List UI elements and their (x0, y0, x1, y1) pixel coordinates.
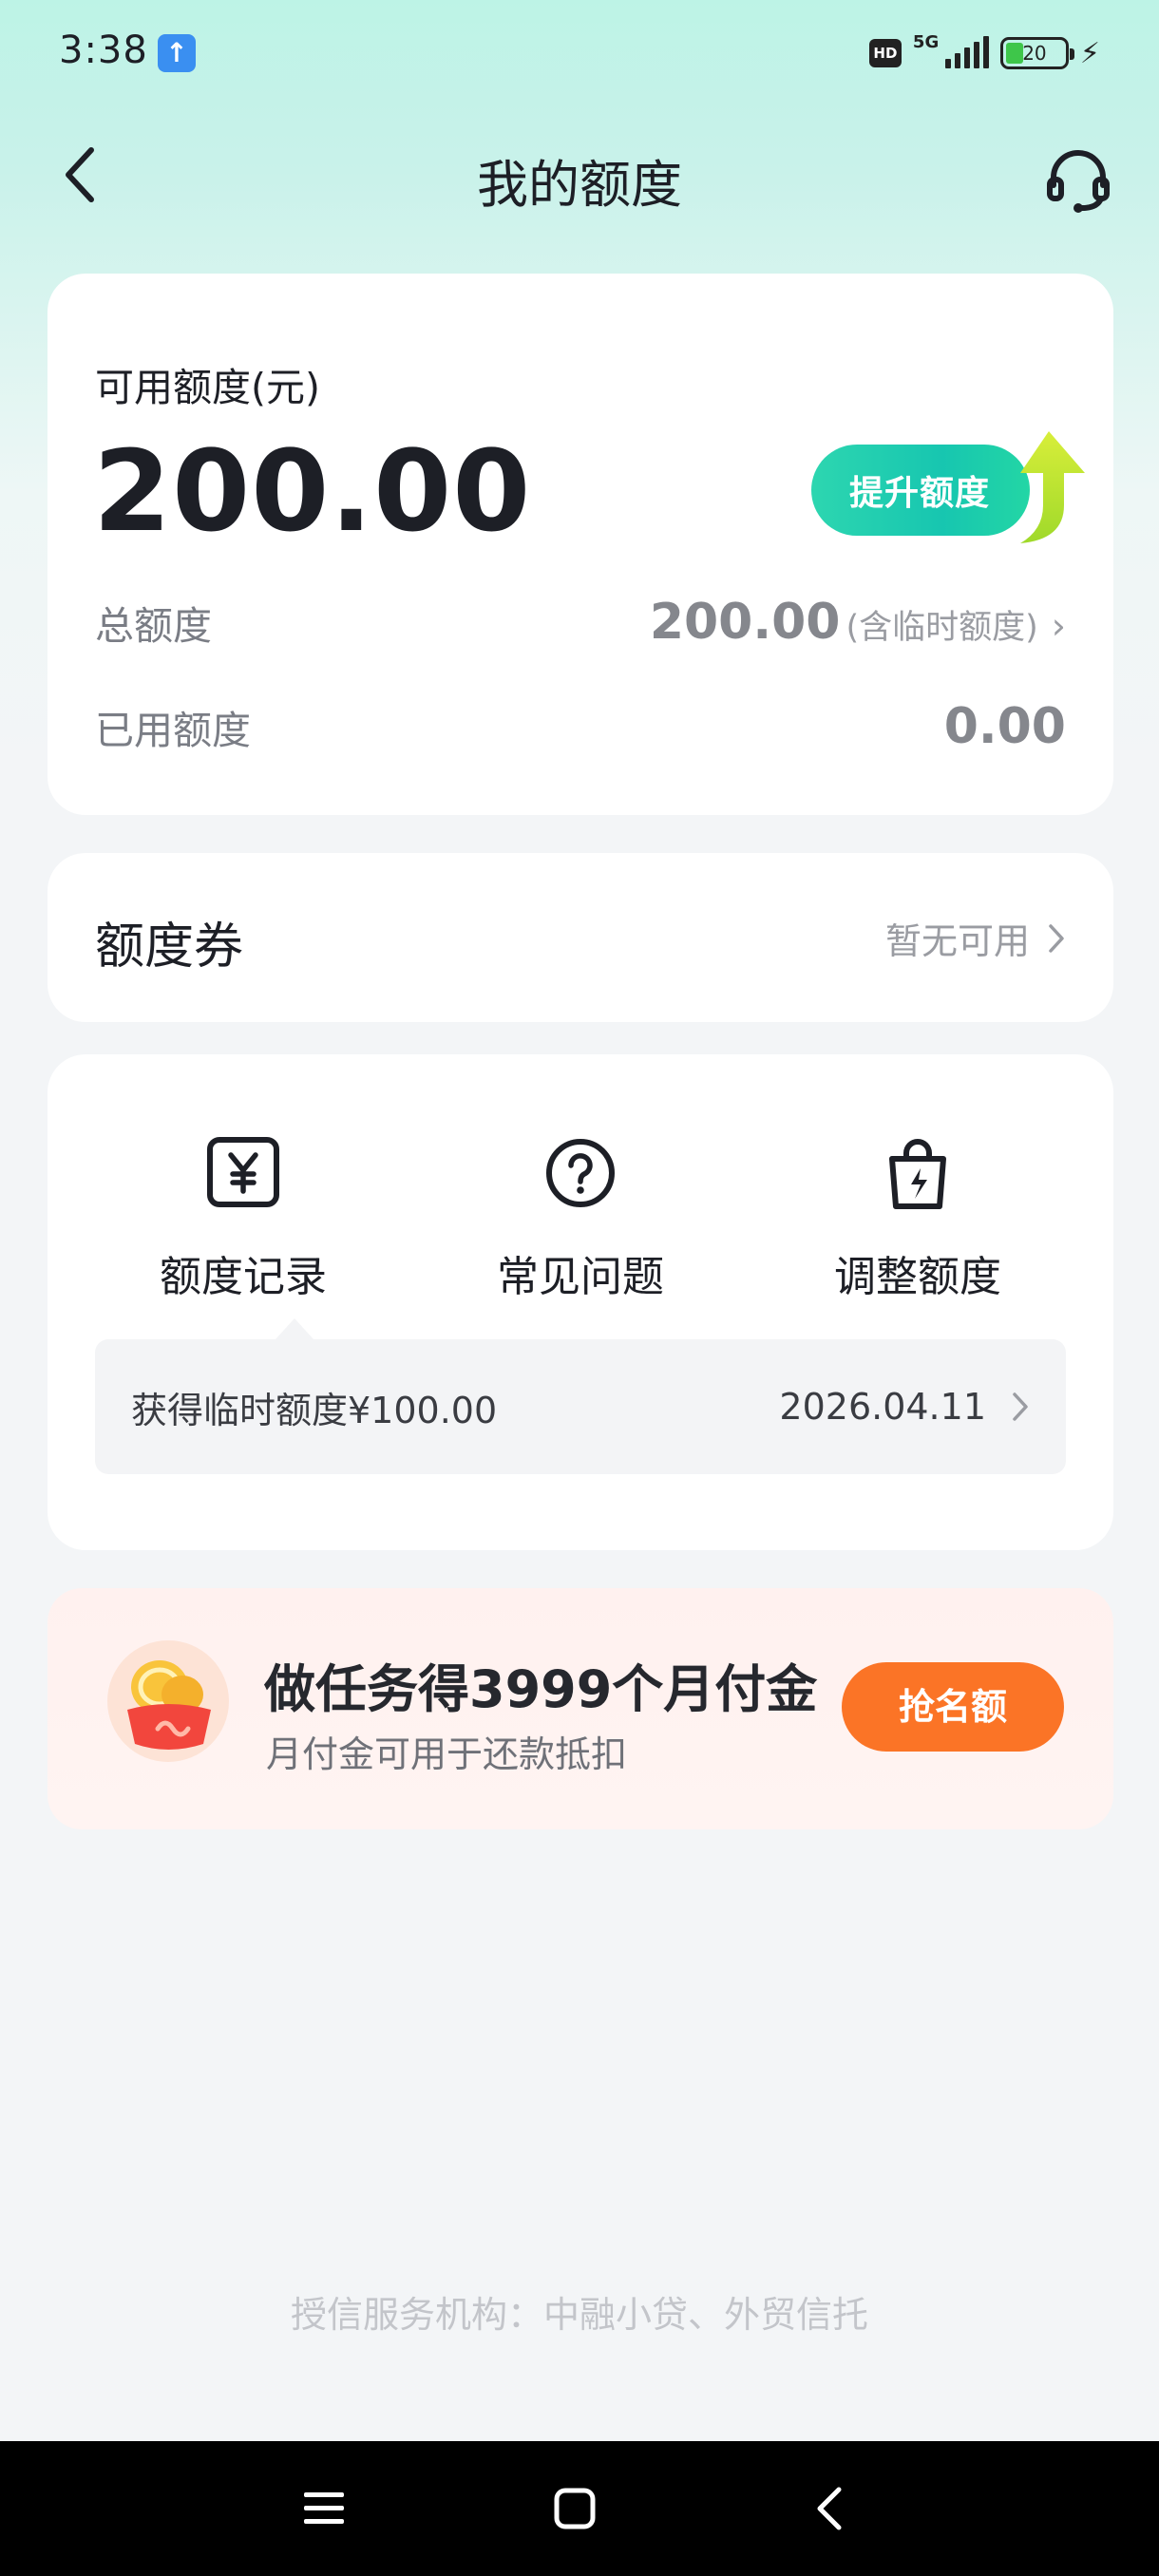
status-bar: 3:38 ↑ HD 5G 20 ⚡ (0, 0, 1159, 104)
quota-record-tool[interactable]: 额度记录 (48, 1130, 439, 1320)
boost-quota-button[interactable]: 提升额度 (811, 427, 1087, 551)
coin-wallet-icon (107, 1640, 229, 1762)
used-quota-value: 0.00 (943, 698, 1066, 755)
signal-icon: 5G (913, 32, 989, 70)
hd-icon: HD (868, 39, 902, 67)
credit-institution-note: 授信服务机构：中融小贷、外贸信托 (290, 2294, 868, 2336)
status-time: 3:38 (59, 28, 148, 72)
system-navigation-bar (0, 2441, 1159, 2576)
coupon-title: 额度券 (95, 919, 244, 975)
adjust-quota-tool[interactable]: 调整额度 (722, 1130, 1113, 1320)
battery-level: 20 (1022, 42, 1047, 65)
bag-lightning-icon (889, 1139, 946, 1209)
tool-label: 常见问题 (497, 1253, 664, 1301)
charging-icon: ⚡ (1079, 36, 1100, 70)
total-quota-note: (含临时额度) (846, 609, 1038, 647)
page-header: 我的额度 (0, 123, 1159, 228)
battery-icon: 20 (999, 37, 1074, 69)
record-pointer (276, 1318, 314, 1339)
back-triangle-icon (817, 2487, 842, 2530)
coupon-status: 暂无可用 (885, 912, 1066, 964)
tools-card: 额度记录 常见问题 调整额度 获得临时额度¥100.00 2026.04.11 (48, 1054, 1113, 1550)
square-home-icon (554, 2488, 596, 2529)
available-quota-label: 可用额度(元) (95, 365, 320, 410)
used-quota-row: 已用额度 0.00 (95, 693, 1066, 760)
used-quota-label: 已用额度 (95, 708, 251, 753)
chevron-right-icon: › (1051, 605, 1066, 647)
chevron-right-icon (1013, 1392, 1028, 1421)
total-quota-label: 总额度 (95, 603, 212, 649)
total-quota-value: 200.00 (649, 594, 841, 651)
grab-spot-button[interactable]: 抢名额 (842, 1662, 1064, 1752)
recent-apps-button[interactable] (281, 2466, 367, 2551)
quota-record-row[interactable]: 获得临时额度¥100.00 2026.04.11 (95, 1339, 1066, 1474)
menu-icon (304, 2492, 344, 2524)
customer-service-button[interactable] (1036, 137, 1121, 222)
coupon-status-text: 暂无可用 (884, 920, 1030, 962)
record-text: 获得临时额度¥100.00 (131, 1389, 498, 1431)
promo-title: 做任务得3999个月付金 (264, 1659, 818, 1719)
status-indicators: HD 5G 20 ⚡ (868, 32, 1100, 72)
quota-coupon-card[interactable]: 额度券 暂无可用 (48, 853, 1113, 1022)
task-promo-banner[interactable]: 做任务得3999个月付金 月付金可用于还款抵扣 抢名额 (48, 1588, 1113, 1829)
tool-label: 调整额度 (834, 1253, 1001, 1301)
faq-tool[interactable]: 常见问题 (384, 1130, 777, 1320)
headset-icon (1047, 150, 1110, 213)
record-date: 2026.04.11 (779, 1386, 986, 1428)
upload-notification-icon: ↑ (158, 34, 196, 72)
system-back-button[interactable] (787, 2466, 872, 2551)
promo-subtitle: 月付金可用于还款抵扣 (266, 1733, 628, 1775)
page-title: 我的额度 (477, 155, 682, 215)
available-quota-amount: 200.00 (93, 426, 532, 557)
network-type: 5G (912, 32, 940, 52)
up-arrow-icon (1020, 431, 1085, 543)
total-quota-row[interactable]: 总额度 200.00 (含临时额度) › (95, 589, 1066, 655)
home-button[interactable] (532, 2466, 618, 2551)
question-icon (546, 1139, 615, 1207)
tool-label: 额度记录 (160, 1253, 327, 1301)
yen-record-icon (207, 1137, 279, 1207)
boost-quota-label: 提升额度 (849, 474, 991, 513)
chevron-right-icon (1049, 923, 1064, 953)
quota-card: 可用额度(元) 200.00 提升额度 总额度 200.00 (含临时额度) ›… (48, 274, 1113, 815)
